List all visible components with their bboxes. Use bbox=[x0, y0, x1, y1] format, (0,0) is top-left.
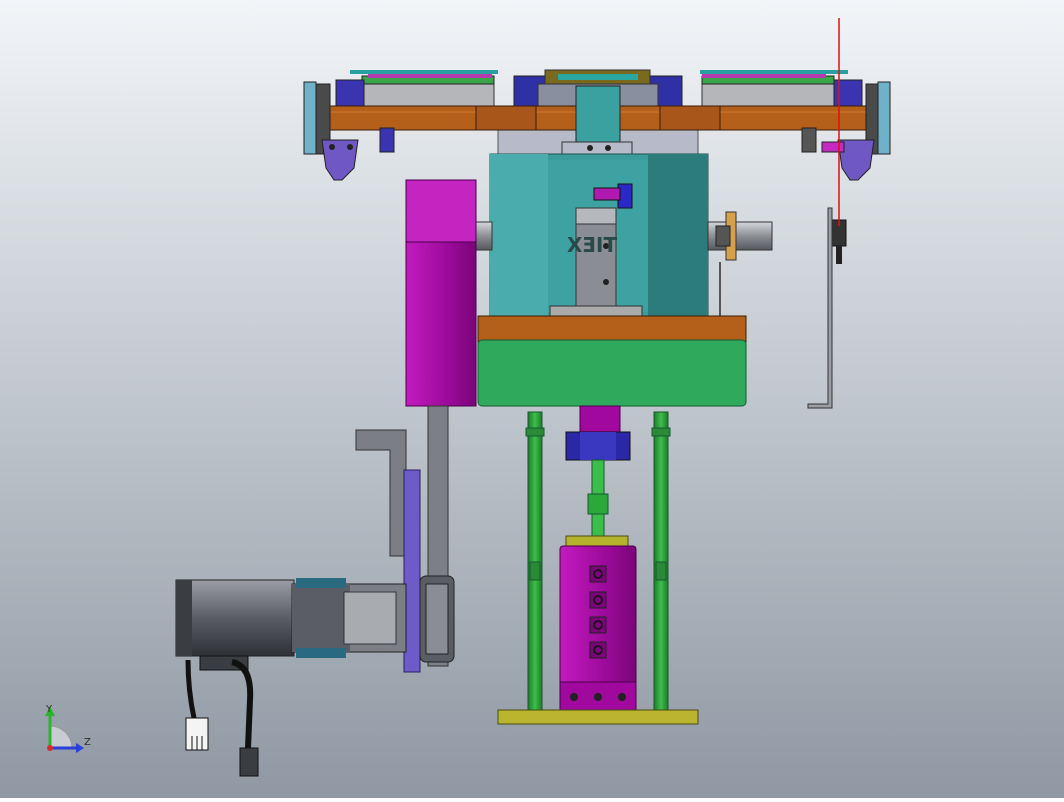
lift-shaft bbox=[579, 405, 621, 435]
center-clamp-block bbox=[575, 85, 621, 143]
lift-assembly[interactable] bbox=[497, 405, 699, 725]
y-axis-label: Y bbox=[45, 704, 53, 715]
right-side-bracket bbox=[877, 81, 891, 155]
motor-body bbox=[175, 579, 295, 657]
left-side-bracket bbox=[303, 81, 317, 155]
assembly-drawing: TIEX Y Z bbox=[0, 0, 1064, 798]
green-base-block bbox=[477, 339, 747, 407]
part-label: TIEX bbox=[566, 233, 617, 257]
olive-base-plate bbox=[497, 709, 699, 725]
z-axis-label: Z bbox=[84, 737, 91, 748]
encoder-plug bbox=[239, 747, 259, 777]
cad-viewport[interactable]: TIEX Y Z bbox=[0, 0, 1064, 798]
base-plate bbox=[477, 315, 747, 343]
